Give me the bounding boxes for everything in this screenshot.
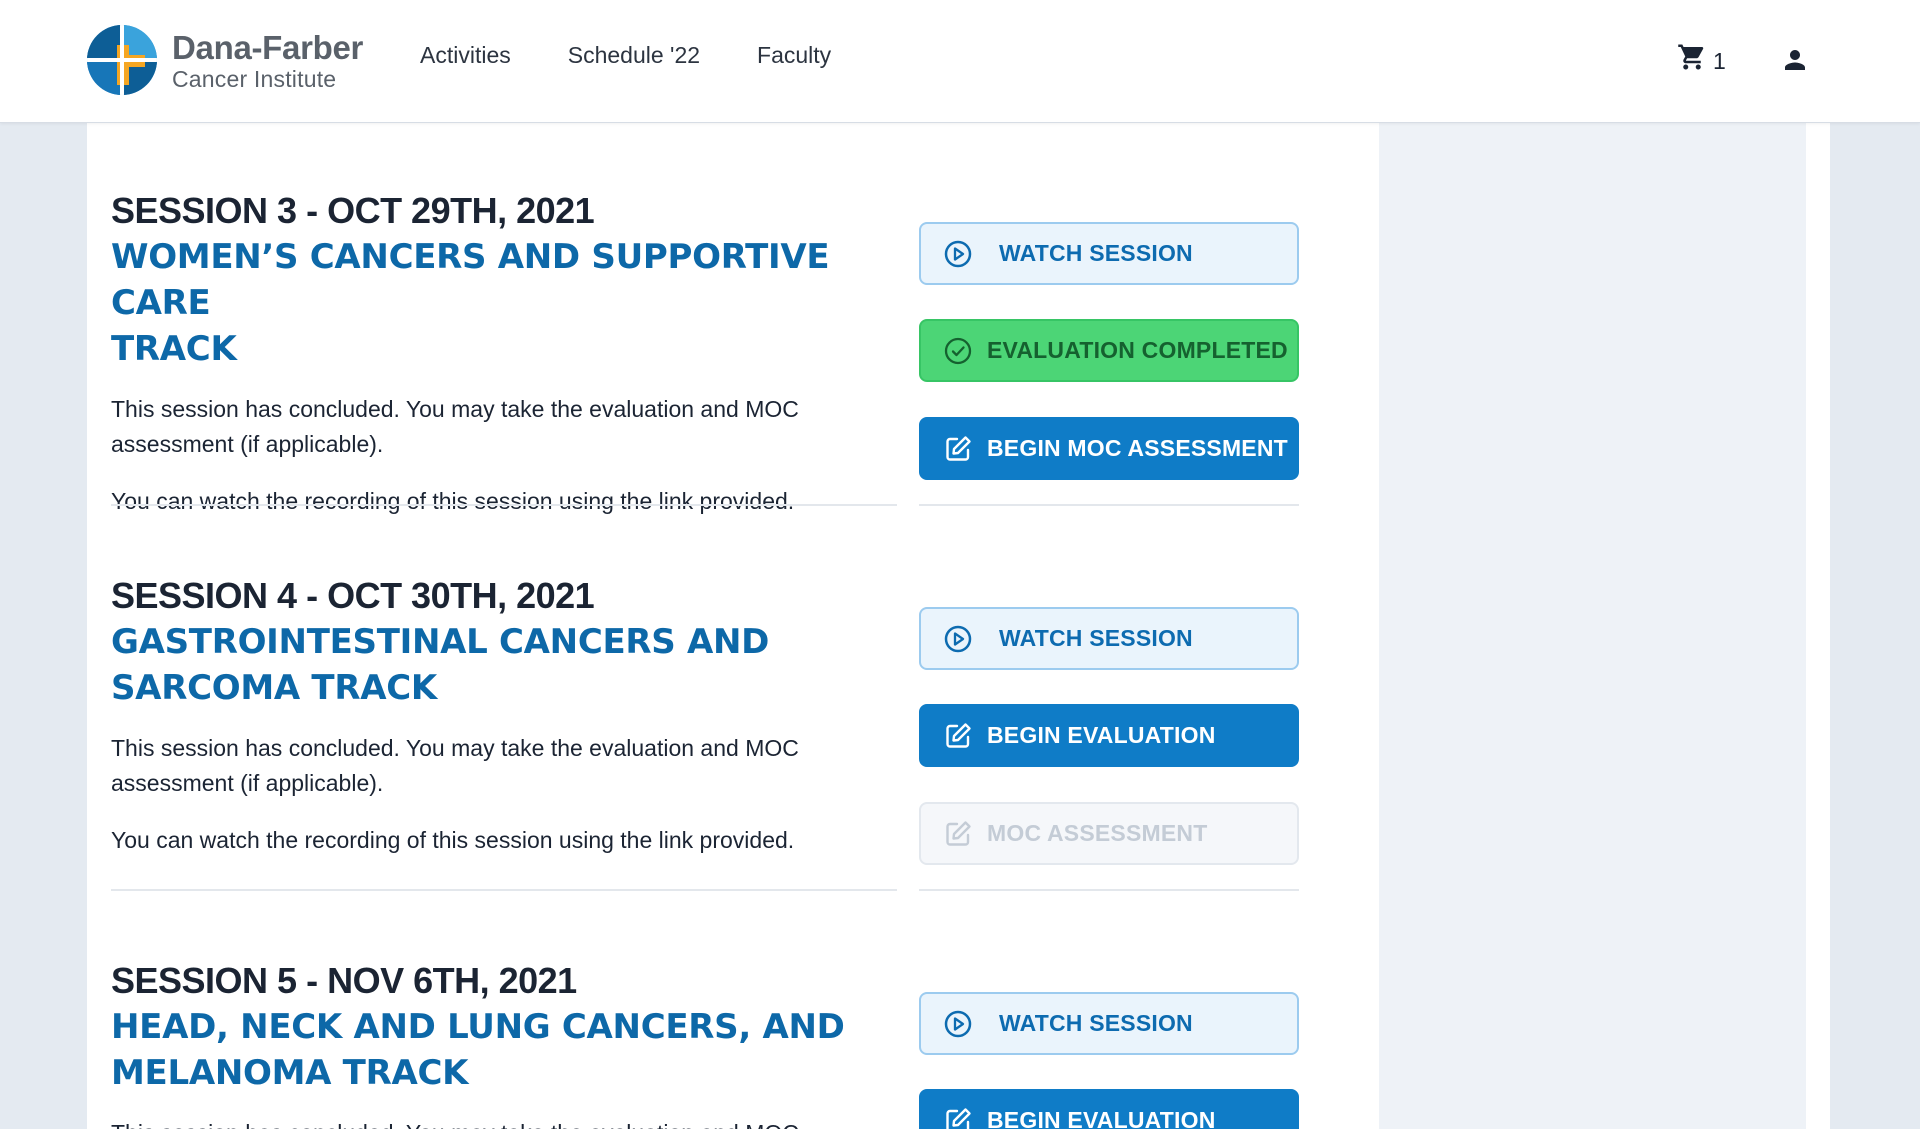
check-circle-icon bbox=[944, 337, 972, 364]
begin-moc-assessment-button[interactable]: BEGIN MOC ASSESSMENT bbox=[919, 417, 1299, 480]
session-description-line: This session has concluded. You may take… bbox=[111, 735, 799, 761]
edit-icon bbox=[946, 1107, 971, 1129]
session-description: This session has concluded. You may take… bbox=[111, 1116, 897, 1129]
watch-session-label: WATCH SESSION bbox=[999, 625, 1193, 651]
right-edge bbox=[1806, 123, 1830, 1129]
begin-evaluation-label: BEGIN EVALUATION bbox=[987, 1107, 1216, 1129]
play-circle-icon bbox=[944, 625, 972, 652]
play-circle-icon bbox=[944, 1010, 972, 1037]
edit-icon bbox=[946, 435, 971, 461]
evaluation-completed-label: EVALUATION COMPLETED bbox=[987, 337, 1288, 363]
watch-session-button[interactable]: WATCH SESSION bbox=[919, 222, 1299, 285]
session-recording-note: You can watch the recording of this sess… bbox=[111, 488, 795, 514]
session-track[interactable]: HEAD, NECK AND LUNG CANCERS, AND MELANOM… bbox=[111, 1004, 897, 1096]
moc-assessment-label: MOC ASSESSMENT bbox=[987, 820, 1208, 846]
session-description-line: assessment (if applicable). bbox=[111, 770, 384, 796]
dana-farber-logo-icon[interactable] bbox=[87, 25, 157, 95]
session-track[interactable]: WOMEN’S CANCERS AND SUPPORTIVE CARE TRAC… bbox=[111, 234, 897, 372]
session-info: SESSION 4 - OCT 30TH, 2021 GASTROINTESTI… bbox=[111, 573, 897, 858]
logo-subtitle: Cancer Institute bbox=[172, 66, 337, 92]
session-track-line: HEAD, NECK AND LUNG CANCERS, AND bbox=[111, 1007, 845, 1047]
cart-icon bbox=[1677, 42, 1707, 77]
evaluation-completed-button[interactable]: EVALUATION COMPLETED bbox=[919, 319, 1299, 382]
session-info: SESSION 3 - OCT 29TH, 2021 WOMEN’S CANCE… bbox=[111, 188, 897, 519]
session-track-line: SARCOMA TRACK bbox=[111, 668, 437, 708]
right-sidebar-panel bbox=[1379, 123, 1806, 1129]
nav-schedule[interactable]: Schedule '22 bbox=[568, 42, 700, 69]
divider bbox=[919, 889, 1299, 891]
sessions-list: SESSION 3 - OCT 29TH, 2021 WOMEN’S CANCE… bbox=[87, 123, 1379, 1129]
session-track-line: WOMEN’S CANCERS AND SUPPORTIVE CARE bbox=[111, 237, 830, 323]
logo-name: Dana-Farber bbox=[172, 29, 364, 66]
watch-session-label: WATCH SESSION bbox=[999, 1010, 1193, 1036]
edit-icon bbox=[946, 820, 971, 846]
session-track[interactable]: GASTROINTESTINAL CANCERS AND SARCOMA TRA… bbox=[111, 619, 897, 711]
begin-evaluation-button[interactable]: BEGIN EVALUATION bbox=[919, 704, 1299, 767]
session-description: This session has concluded. You may take… bbox=[111, 392, 897, 462]
divider bbox=[919, 504, 1299, 506]
main-nav: Activities Schedule '22 Faculty bbox=[420, 42, 888, 69]
begin-moc-assessment-label: BEGIN MOC ASSESSMENT bbox=[987, 435, 1288, 461]
session-track-line: MELANOMA TRACK bbox=[111, 1053, 469, 1093]
moc-assessment-button-disabled: MOC ASSESSMENT bbox=[919, 802, 1299, 865]
session-date: SESSION 5 - NOV 6TH, 2021 bbox=[111, 960, 577, 1001]
logo-wordmark[interactable]: Dana-Farber Cancer Institute bbox=[172, 31, 363, 91]
edit-icon bbox=[946, 722, 971, 748]
session-track-line: GASTROINTESTINAL CANCERS AND bbox=[111, 622, 770, 662]
session-track-line: TRACK bbox=[111, 329, 237, 369]
divider bbox=[111, 504, 897, 506]
nav-activities[interactable]: Activities bbox=[420, 42, 511, 69]
begin-evaluation-button[interactable]: BEGIN EVALUATION bbox=[919, 1089, 1299, 1129]
user-account-icon[interactable] bbox=[1780, 44, 1810, 81]
session-date: SESSION 3 - OCT 29TH, 2021 bbox=[111, 190, 595, 231]
cart-count: 1 bbox=[1713, 48, 1726, 74]
divider bbox=[111, 889, 897, 891]
cart-button[interactable]: 1 bbox=[1677, 42, 1726, 77]
session-description: This session has concluded. You may take… bbox=[111, 731, 897, 801]
play-circle-icon bbox=[944, 240, 972, 267]
watch-session-button[interactable]: WATCH SESSION bbox=[919, 607, 1299, 670]
top-header: Dana-Farber Cancer Institute Activities … bbox=[0, 0, 1920, 123]
session-info: SESSION 5 - NOV 6TH, 2021 HEAD, NECK AND… bbox=[111, 958, 897, 1129]
session-date: SESSION 4 - OCT 30TH, 2021 bbox=[111, 575, 595, 616]
session-description-line: This session has concluded. You may take… bbox=[111, 1116, 897, 1129]
session-description-line: This session has concluded. You may take… bbox=[111, 396, 799, 422]
watch-session-label: WATCH SESSION bbox=[999, 240, 1193, 266]
nav-faculty[interactable]: Faculty bbox=[757, 42, 831, 69]
watch-session-button[interactable]: WATCH SESSION bbox=[919, 992, 1299, 1055]
session-description-line: assessment (if applicable). bbox=[111, 431, 384, 457]
begin-evaluation-label: BEGIN EVALUATION bbox=[987, 722, 1216, 748]
session-recording-note: You can watch the recording of this sess… bbox=[111, 827, 795, 853]
